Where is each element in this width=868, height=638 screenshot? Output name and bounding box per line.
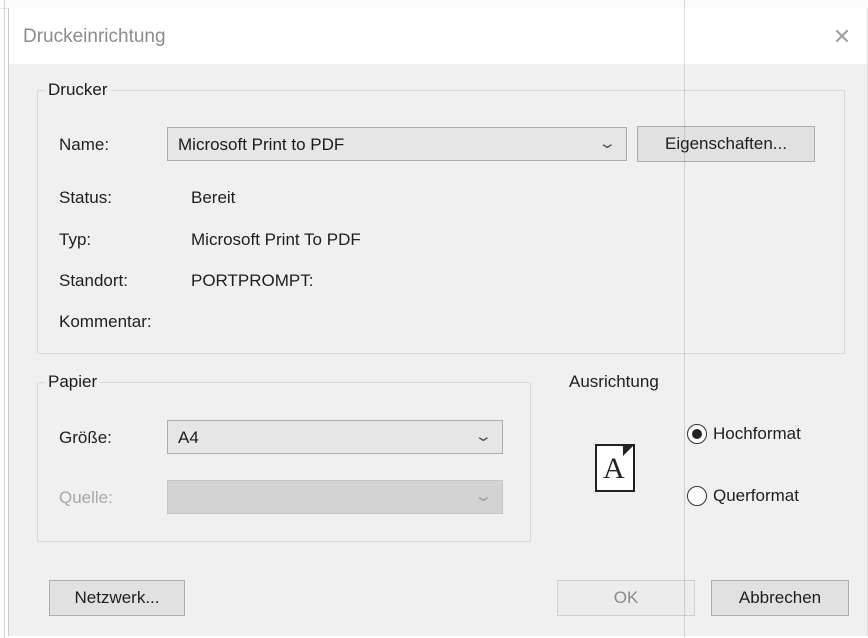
comment-label: Kommentar:: [59, 312, 152, 331]
paper-size-label: Größe:: [59, 428, 112, 447]
orientation-group-label: Ausrichtung: [569, 372, 659, 391]
printer-name-value: Microsoft Print to PDF: [178, 135, 345, 154]
radio-selected-dot: [692, 429, 702, 439]
paper-group: [37, 382, 531, 542]
close-icon[interactable]: ✕: [827, 22, 857, 52]
portrait-page-icon: A: [595, 444, 635, 492]
paper-source-dropdown[interactable]: ⌄: [167, 480, 503, 514]
dialog-title: Druckeinrichtung: [23, 26, 166, 47]
type-label: Typ:: [59, 230, 92, 249]
printer-group-label: Drucker: [45, 80, 111, 100]
printer-name-dropdown[interactable]: Microsoft Print to PDF ⌄: [167, 127, 627, 161]
portrait-radio[interactable]: [687, 424, 707, 444]
print-setup-dialog: Druckeinrichtung ✕ Drucker Name: Microso…: [8, 8, 868, 636]
scan-artifact-line-left: [4, 0, 5, 638]
paper-size-dropdown[interactable]: A4 ⌄: [167, 420, 503, 454]
scan-artifact-line: [684, 0, 685, 638]
properties-button[interactable]: Eigenschaften...: [637, 126, 815, 162]
landscape-label[interactable]: Querformat: [713, 486, 799, 506]
paper-size-value: A4: [178, 428, 199, 447]
paper-group-label: Papier: [45, 372, 101, 392]
chevron-down-icon: ⌄: [474, 428, 494, 445]
portrait-label[interactable]: Hochformat: [713, 424, 801, 444]
status-value: Bereit: [191, 188, 236, 207]
title-bar: Druckeinrichtung ✕: [9, 8, 867, 64]
chevron-down-icon: ⌄: [598, 135, 618, 152]
type-value: Microsoft Print To PDF: [191, 230, 361, 249]
ok-button[interactable]: OK: [557, 580, 695, 616]
chevron-down-icon: ⌄: [474, 488, 494, 505]
status-label: Status:: [59, 188, 112, 207]
page-letter: A: [603, 452, 625, 485]
cancel-button[interactable]: Abbrechen: [711, 580, 849, 616]
landscape-radio[interactable]: [687, 486, 707, 506]
printer-name-label: Name:: [59, 135, 110, 154]
network-button[interactable]: Netzwerk...: [49, 580, 185, 616]
location-value: PORTPROMPT:: [191, 271, 314, 290]
location-label: Standort:: [59, 271, 128, 290]
paper-source-label: Quelle:: [59, 488, 113, 507]
